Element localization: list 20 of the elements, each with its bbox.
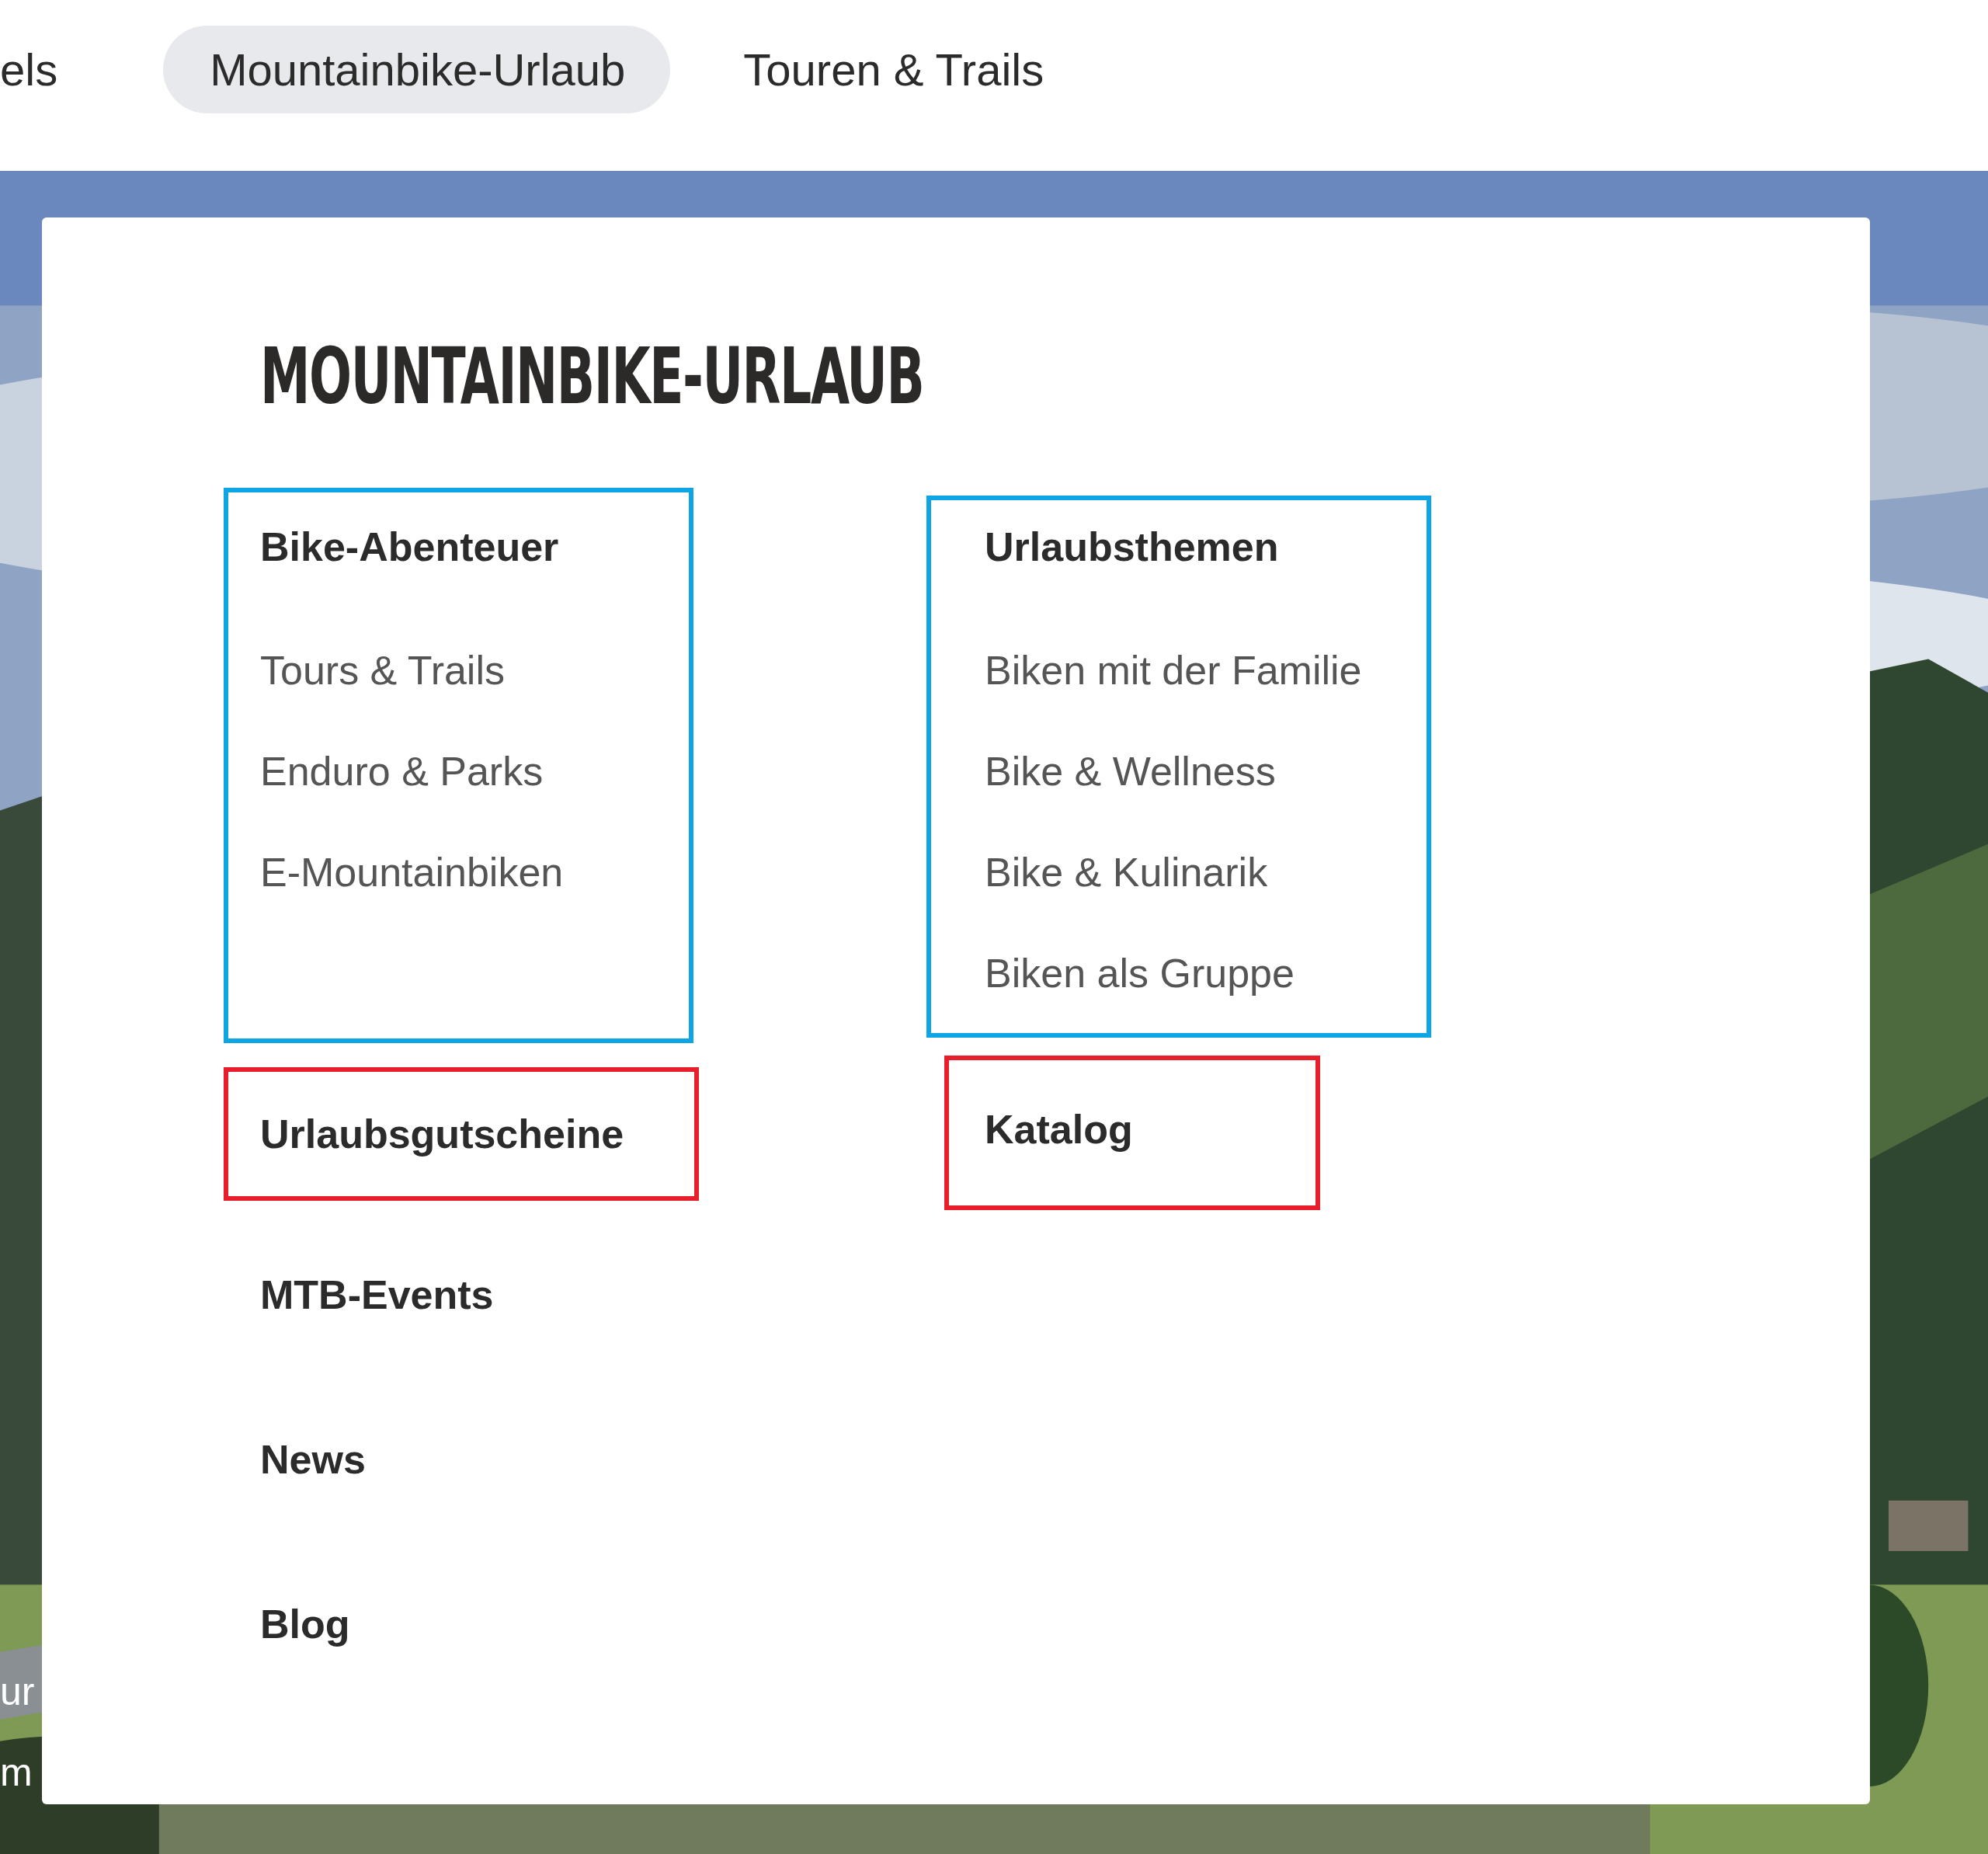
- menu-heading[interactable]: News: [260, 1435, 366, 1484]
- menu-link[interactable]: Enduro & Parks: [260, 746, 544, 796]
- menu-link[interactable]: Biken mit der Familie: [985, 645, 1362, 695]
- menu-heading[interactable]: MTB-Events: [260, 1270, 494, 1320]
- nav-tab[interactable]: Mountainbike-Urlaub: [163, 26, 671, 113]
- menu-heading[interactable]: Urlaubsthemen: [985, 522, 1279, 572]
- hero-text: ur: [0, 1669, 35, 1715]
- hero-text: m: [0, 1750, 33, 1796]
- menu-link[interactable]: Biken als Gruppe: [985, 948, 1295, 998]
- menu-link[interactable]: Bike & Kulinarik: [985, 847, 1268, 897]
- menu-heading[interactable]: Katalog: [985, 1107, 1133, 1152]
- menu-link[interactable]: Bike & Wellness: [985, 746, 1276, 796]
- nav-tab[interactable]: Touren & Trails: [743, 26, 1044, 113]
- menu-heading[interactable]: Blog: [260, 1599, 350, 1649]
- nav-tab[interactable]: els: [0, 26, 58, 113]
- menu-heading[interactable]: Bike-Abenteuer: [260, 522, 559, 572]
- menu-title: MOUNTAINBIKE-URLAUB: [260, 334, 924, 419]
- menu-heading[interactable]: Urlaubsgutscheine: [260, 1111, 624, 1157]
- menu-link[interactable]: E-Mountainbiken: [260, 847, 564, 897]
- menu-link[interactable]: Tours & Trails: [260, 645, 505, 695]
